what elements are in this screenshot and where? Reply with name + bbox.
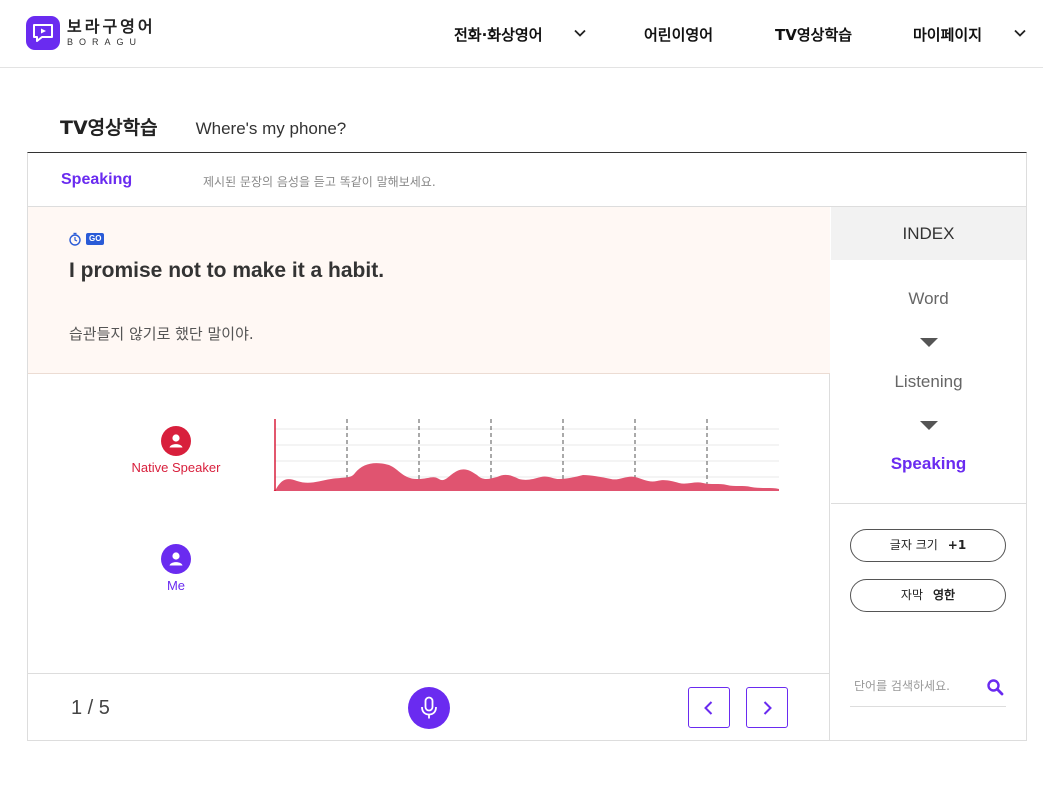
word-search-input[interactable] [854,679,974,693]
index-heading: INDEX [831,207,1026,260]
episode-title: Where's my phone? [195,119,347,138]
next-button[interactable] [746,687,788,728]
brand-logo[interactable]: 보라구영어 BORAGU [26,16,156,50]
font-size-button[interactable]: 글자 크기 +1 [850,529,1006,562]
practice-area: GO I promise not to make it a habit. 습관들… [28,207,830,741]
brand-name-english: BORAGU [67,37,143,47]
chevron-right-icon [763,701,772,715]
sentence-box: GO I promise not to make it a habit. 습관들… [28,207,830,374]
page-title: TV영상학습 [60,117,158,139]
chevron-down-icon[interactable] [572,25,588,41]
font-size-value: +1 [947,538,967,552]
logo-icon [26,16,60,50]
chevron-left-icon [704,701,713,715]
native-speaker[interactable]: Native Speaker [116,426,236,475]
record-button[interactable] [408,687,450,729]
learning-panel: Speaking 제시된 문장의 음성을 듣고 똑같이 말해보세요. GO I … [27,152,1027,741]
native-speaker-label: Native Speaker [131,460,221,475]
stage-name: Speaking [61,171,133,188]
index-item-word[interactable]: Word [831,289,1026,309]
brand-name-korean: 보라구영어 [67,17,156,36]
native-speaker-avatar-icon [161,426,191,456]
title-row: TV영상학습 Where's my phone? [60,113,346,140]
go-badge[interactable]: GO [86,233,105,245]
top-header: 보라구영어 BORAGU 전화·화상영어 어린이영어 TV영상학습 마이페이지 [0,0,1043,68]
me-label: Me [166,578,186,593]
control-bar: 1 / 5 [28,673,830,741]
nav-item-kids-english[interactable]: 어린이영어 [644,24,713,45]
previous-button[interactable] [688,687,730,728]
index-item-speaking[interactable]: Speaking [831,454,1026,474]
me-speaker[interactable]: Me [116,544,236,593]
stopwatch-icon [69,232,81,246]
subtitle-button[interactable]: 자막 영한 [850,579,1006,612]
chevron-down-icon[interactable] [1012,25,1028,41]
subtitle-value: 영한 [933,588,956,602]
me-avatar-icon [161,544,191,574]
search-icon[interactable] [986,678,1004,696]
font-size-label: 글자 크기 [889,538,938,552]
stage-bar: Speaking 제시된 문장의 음성을 듣고 똑같이 말해보세요. [28,153,1026,207]
sentence-english: I promise not to make it a habit. [69,259,385,282]
subtitle-label: 자막 [900,588,923,602]
arrow-down-icon [920,421,938,430]
page-counter: 1 / 5 [71,697,110,719]
native-waveform[interactable] [271,419,781,495]
microphone-icon [421,696,437,719]
index-item-listening[interactable]: Listening [831,372,1026,392]
index-divider [831,503,1026,504]
arrow-down-icon [920,338,938,347]
nav-item-my-page[interactable]: 마이페이지 [913,24,982,45]
stage-instruction: 제시된 문장의 음성을 듣고 똑같이 말해보세요. [203,175,436,189]
nav-item-phone-video-english[interactable]: 전화·화상영어 [454,24,543,45]
nav-item-tv-video-learning[interactable]: TV영상학습 [775,24,852,45]
sentence-korean: 습관들지 않기로 했단 말이야. [69,325,254,343]
word-search [850,671,1006,707]
index-panel: INDEX Word Listening Speaking 글자 크기 +1 자막… [831,207,1026,741]
